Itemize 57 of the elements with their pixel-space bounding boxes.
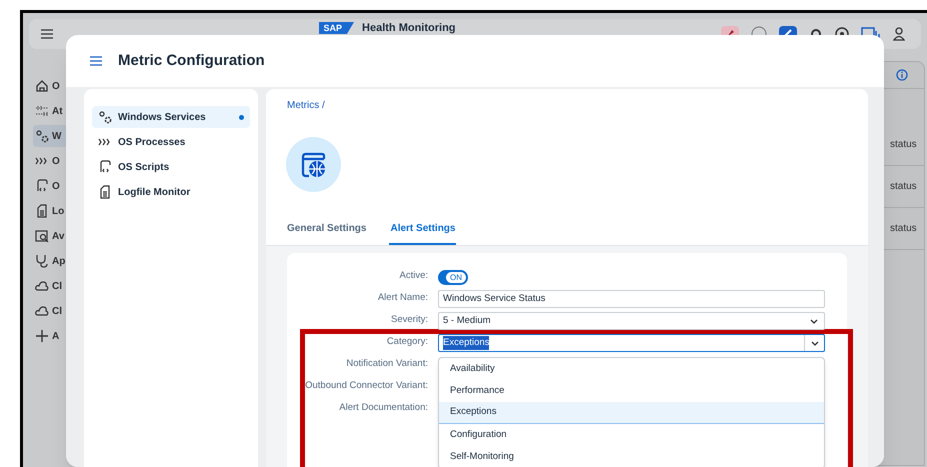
metric-list-item[interactable]: OS Scripts bbox=[92, 156, 250, 178]
gears-icon bbox=[35, 129, 49, 143]
field-label: Alert Name: bbox=[376, 291, 428, 303]
nav-item[interactable]: Av bbox=[33, 225, 67, 247]
field-label: Alert Documentation: bbox=[338, 401, 428, 413]
sap-logo: SAP bbox=[318, 22, 354, 34]
select-field[interactable]: Exceptions bbox=[438, 334, 825, 352]
cloud-icon bbox=[35, 279, 49, 293]
dropdown-option[interactable]: Exceptions bbox=[439, 402, 824, 424]
nav-item[interactable]: Ap bbox=[33, 250, 67, 272]
nav-item[interactable]: Cl bbox=[33, 275, 67, 297]
field-label: Severity: bbox=[390, 313, 428, 325]
metric-list-item[interactable]: OS Processes bbox=[92, 131, 250, 153]
nav-item[interactable]: Lo bbox=[33, 200, 67, 222]
input-field[interactable]: Windows Service Status bbox=[438, 290, 825, 308]
nav-item[interactable]: A bbox=[33, 325, 67, 347]
cloud-icon bbox=[35, 304, 49, 318]
calendar-search-icon bbox=[35, 229, 49, 243]
dropdown-option[interactable]: Availability bbox=[439, 358, 824, 380]
field-label: Category: bbox=[386, 335, 428, 347]
field-label: Outbound Connector Variant: bbox=[304, 379, 428, 391]
nav-item[interactable]: O bbox=[33, 150, 67, 172]
script-icon bbox=[98, 160, 112, 174]
select-field[interactable]: 5 - Medium bbox=[438, 312, 825, 330]
app-title: Health Monitoring bbox=[362, 22, 456, 34]
document-icon bbox=[98, 185, 112, 199]
breadcrumb-link[interactable]: Metrics / bbox=[287, 98, 325, 113]
document-icon bbox=[35, 204, 49, 218]
dropdown-option[interactable]: Self-Monitoring bbox=[439, 446, 824, 467]
field-label: Active: bbox=[398, 269, 428, 281]
nav-item[interactable]: O bbox=[33, 75, 67, 97]
dropdown-option[interactable]: Configuration bbox=[439, 424, 824, 446]
nav-item[interactable]: Cl bbox=[33, 300, 67, 322]
grid-icon bbox=[35, 104, 49, 118]
table-cell-text: status bbox=[890, 138, 917, 152]
table-cell-text: status bbox=[890, 222, 917, 236]
menu-icon[interactable] bbox=[41, 29, 53, 39]
nav-item[interactable]: At bbox=[33, 100, 67, 122]
nav-item[interactable]: W bbox=[33, 125, 67, 147]
nav-item[interactable]: O bbox=[33, 175, 67, 197]
toggle-switch[interactable]: ON bbox=[438, 270, 468, 285]
plus-icon bbox=[35, 329, 49, 343]
window-globe-icon bbox=[300, 150, 328, 178]
gears-icon bbox=[98, 110, 112, 124]
metric-list-item[interactable]: Windows Services bbox=[92, 106, 250, 128]
stethoscope-icon bbox=[35, 254, 49, 268]
home-icon bbox=[35, 79, 49, 93]
field-label: Notification Variant: bbox=[345, 357, 428, 369]
dialog-title: Metric Configuration bbox=[118, 50, 265, 71]
user-icon[interactable] bbox=[893, 27, 906, 41]
info-icon[interactable] bbox=[896, 69, 908, 81]
table-cell-text: status bbox=[890, 180, 917, 194]
script-icon bbox=[35, 179, 49, 193]
metric-list-item[interactable]: Logfile Monitor bbox=[92, 181, 250, 203]
menu-icon[interactable] bbox=[90, 56, 102, 66]
dropdown-option[interactable]: Performance bbox=[439, 380, 824, 402]
tab[interactable]: General Settings bbox=[286, 221, 368, 245]
